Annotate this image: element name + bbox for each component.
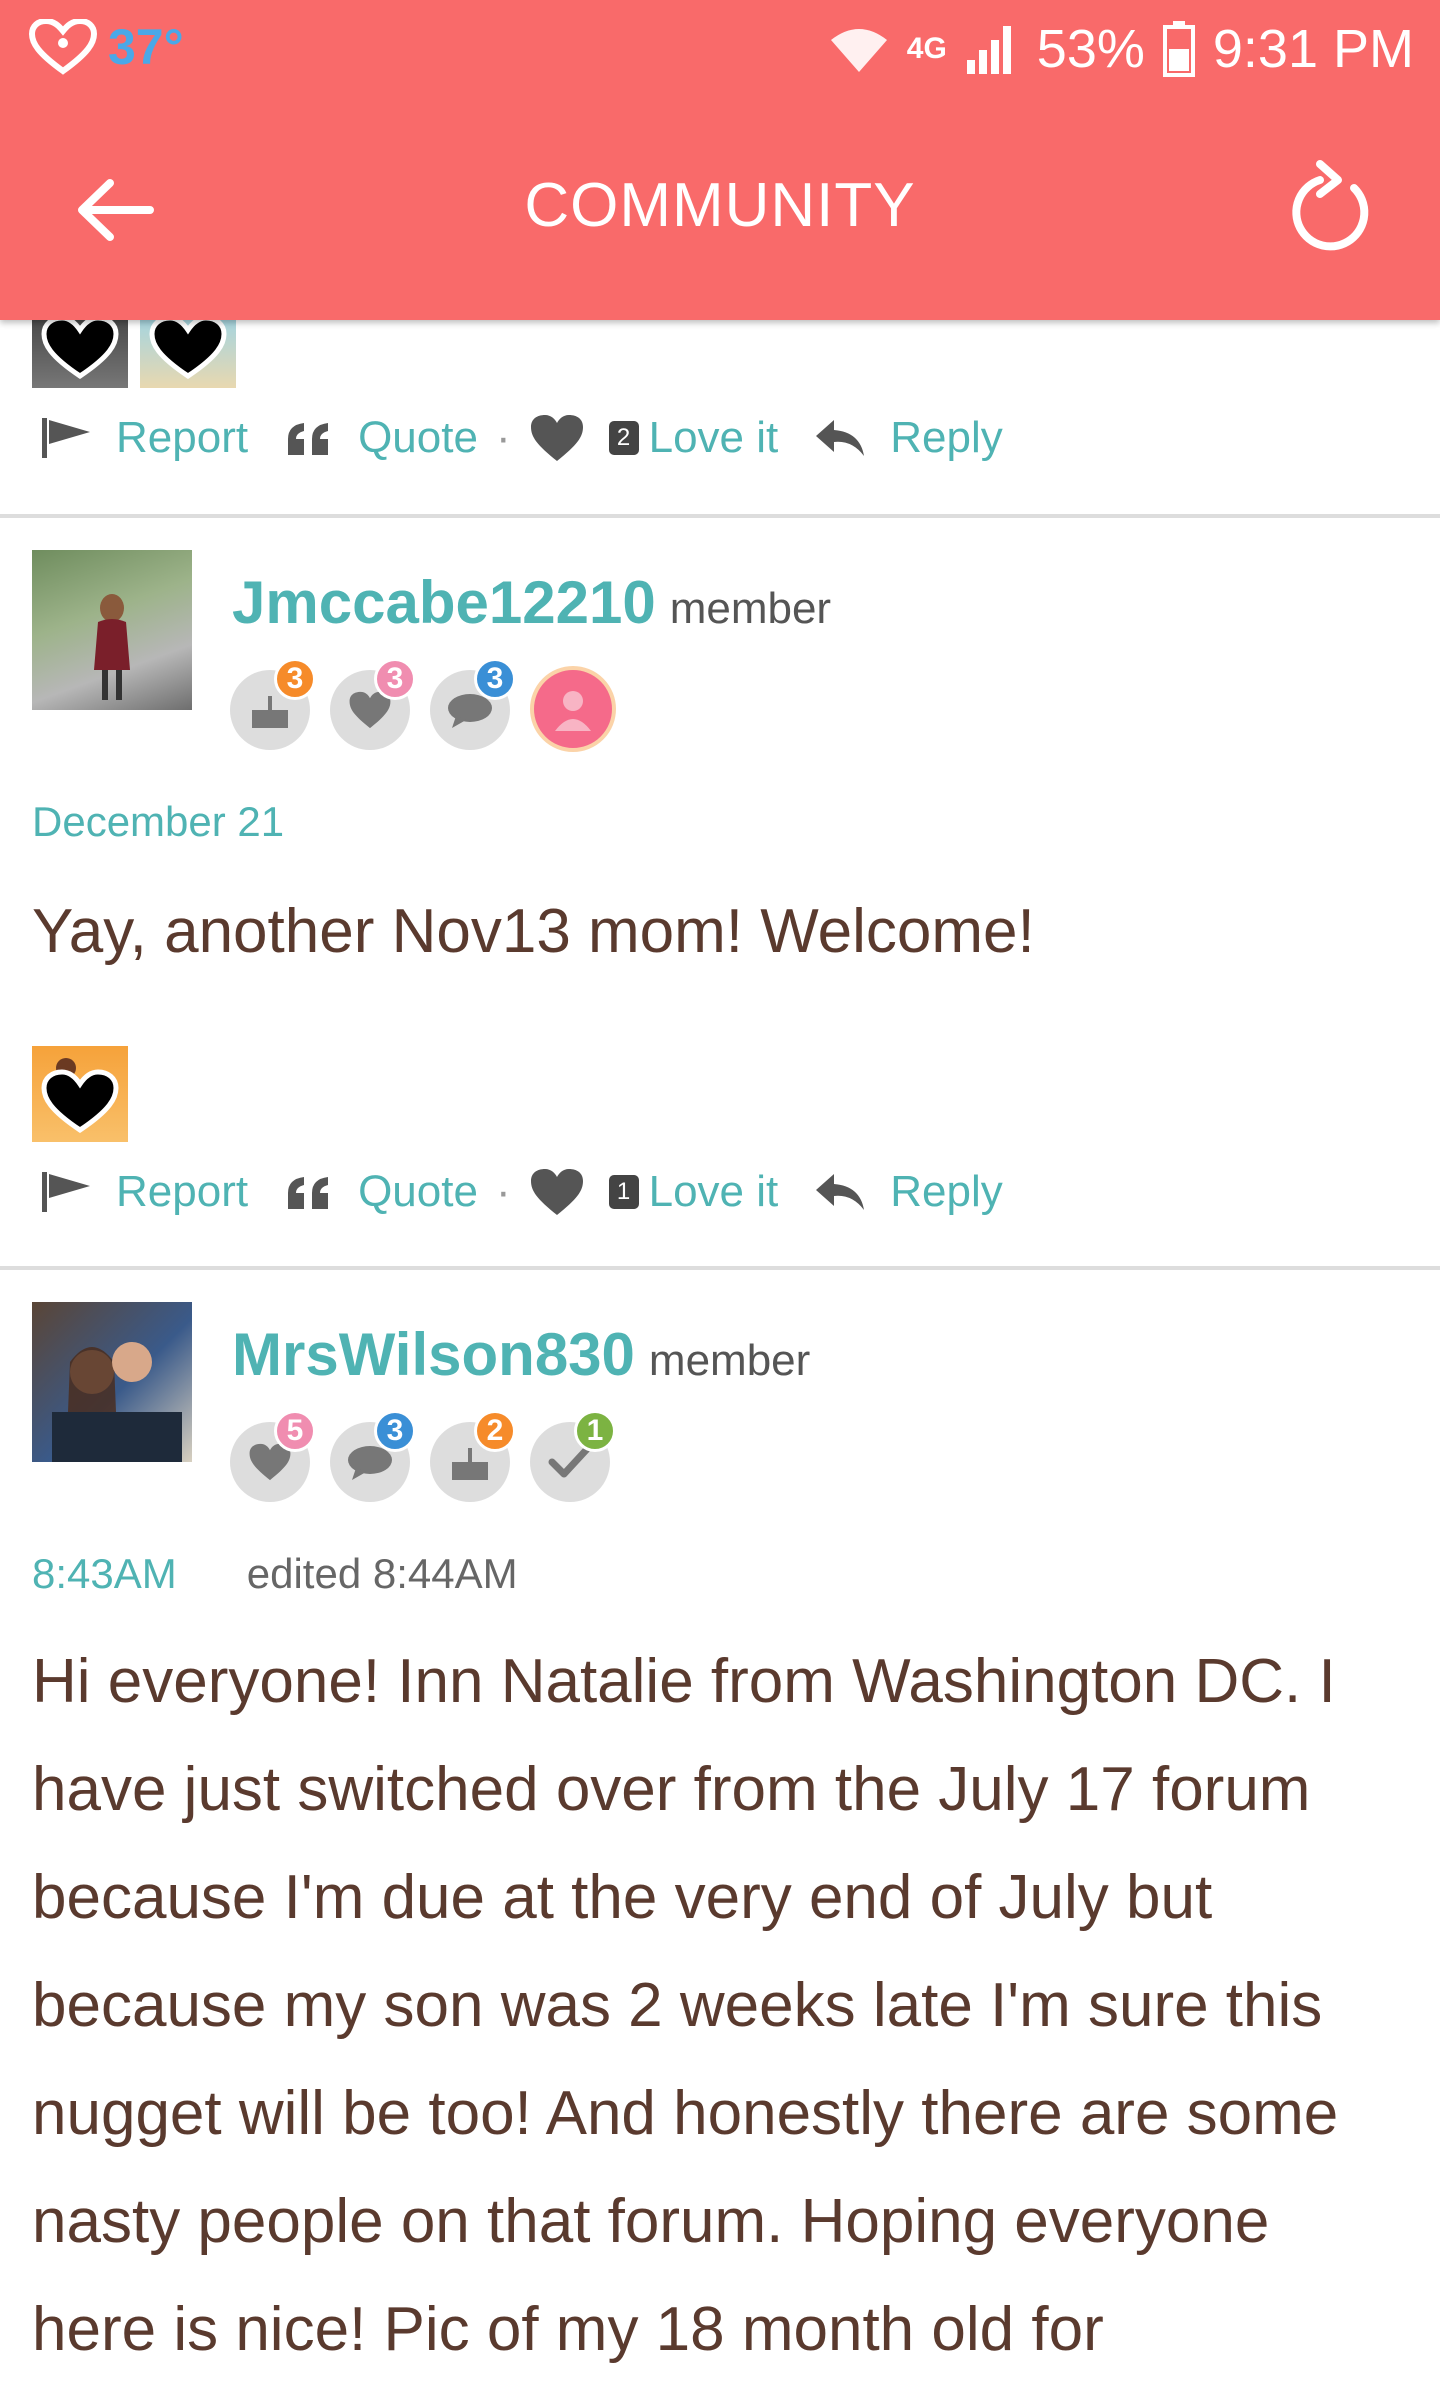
heart-icon	[41, 1058, 119, 1134]
post-body: Yay, another Nov13 mom! Welcome!	[32, 897, 1035, 966]
quote-button[interactable]: Quote	[284, 413, 478, 463]
page-title: COMMUNITY	[524, 171, 916, 240]
post-date: December 21	[32, 798, 285, 845]
flag-icon	[42, 1172, 90, 1212]
iheart-icon	[28, 19, 98, 75]
chat-badge[interactable]: 3	[330, 1410, 416, 1502]
heart-badge[interactable]: 3	[330, 658, 416, 750]
network-type: 4G	[906, 32, 947, 65]
post-actions: Report Quote · 2 Love it Reply	[40, 408, 1039, 468]
edited-label: edited 8:44AM	[246, 1550, 518, 1597]
user-badges: 3 3 3	[230, 658, 616, 752]
avatar[interactable]	[32, 1302, 192, 1462]
person-icon	[555, 691, 591, 731]
couple-photo	[52, 1342, 182, 1462]
user-badges: 5 3 2 1	[230, 1410, 616, 1502]
quote-icon	[288, 423, 329, 455]
reply-icon	[816, 420, 865, 456]
temperature-text: 37°	[108, 19, 184, 75]
status-bar: 37° 4G 53% 9:31 PM	[0, 0, 1440, 100]
refresh-icon[interactable]	[1280, 160, 1380, 260]
post-divider	[0, 514, 1440, 518]
body-line: have just switched over from the July 17…	[32, 1755, 1311, 1824]
username[interactable]: MrsWilson830 member	[232, 1320, 810, 1389]
love-count: 1	[608, 1175, 639, 1209]
post-actions: Report Quote · 1 Love it Reply	[40, 1162, 1039, 1222]
profile-badge[interactable]	[530, 666, 616, 752]
user-role: member	[669, 584, 832, 633]
love-button[interactable]: 2 Love it	[529, 413, 778, 463]
quote-button[interactable]: Quote	[284, 1167, 478, 1217]
quote-icon	[288, 1177, 329, 1209]
heart-icon	[530, 1169, 583, 1215]
reply-button[interactable]: Reply	[814, 413, 1003, 463]
cake-badge[interactable]: 3	[230, 658, 316, 750]
person-photo	[94, 594, 130, 700]
heart-icon	[530, 415, 583, 461]
chat-badge[interactable]: 3	[430, 658, 516, 750]
body-line: because my son was 2 weeks late I'm sure…	[32, 1971, 1323, 2040]
reply-icon	[816, 1174, 865, 1210]
body-line: nugget will be too! And honestly there a…	[32, 2079, 1339, 2148]
report-button[interactable]: Report	[40, 413, 248, 463]
body-line: nasty people on that forum. Hoping every…	[32, 2187, 1270, 2256]
username[interactable]: Jmccabe12210 member	[232, 568, 831, 637]
love-button[interactable]: 1 Love it	[529, 1167, 778, 1217]
battery-icon	[1162, 21, 1195, 77]
app-header: 37° 4G 53% 9:31 PM COMMUNITY	[0, 0, 1440, 320]
post-date: 8:43AM edited 8:44AM	[32, 1550, 518, 1597]
avatar[interactable]	[32, 550, 192, 710]
wifi-icon	[830, 29, 887, 72]
attached-image[interactable]	[32, 1046, 128, 1142]
heart-badge[interactable]: 5	[230, 1410, 316, 1502]
flag-icon	[42, 418, 90, 458]
report-button[interactable]: Report	[40, 1167, 248, 1217]
body-line: Hi everyone! Inn Natalie from Washington…	[32, 1647, 1336, 1716]
title-bar: COMMUNITY	[0, 100, 1440, 320]
signal-icon	[966, 26, 1011, 74]
post-body: Hi everyone! Inn Natalie from Washington…	[32, 1628, 1412, 2384]
battery-percent: 53%	[1036, 19, 1145, 79]
body-line: here is nice! Pic of my 18 month old for	[32, 2295, 1104, 2364]
body-line: because I'm due at the very end of July …	[32, 1863, 1213, 1932]
reply-button[interactable]: Reply	[814, 1167, 1003, 1217]
check-badge[interactable]: 1	[530, 1410, 616, 1502]
clock-time: 9:31 PM	[1212, 19, 1414, 79]
love-count: 2	[608, 421, 639, 455]
user-role: member	[648, 1336, 811, 1385]
cake-badge[interactable]: 2	[430, 1410, 516, 1502]
post-divider	[0, 1266, 1440, 1270]
